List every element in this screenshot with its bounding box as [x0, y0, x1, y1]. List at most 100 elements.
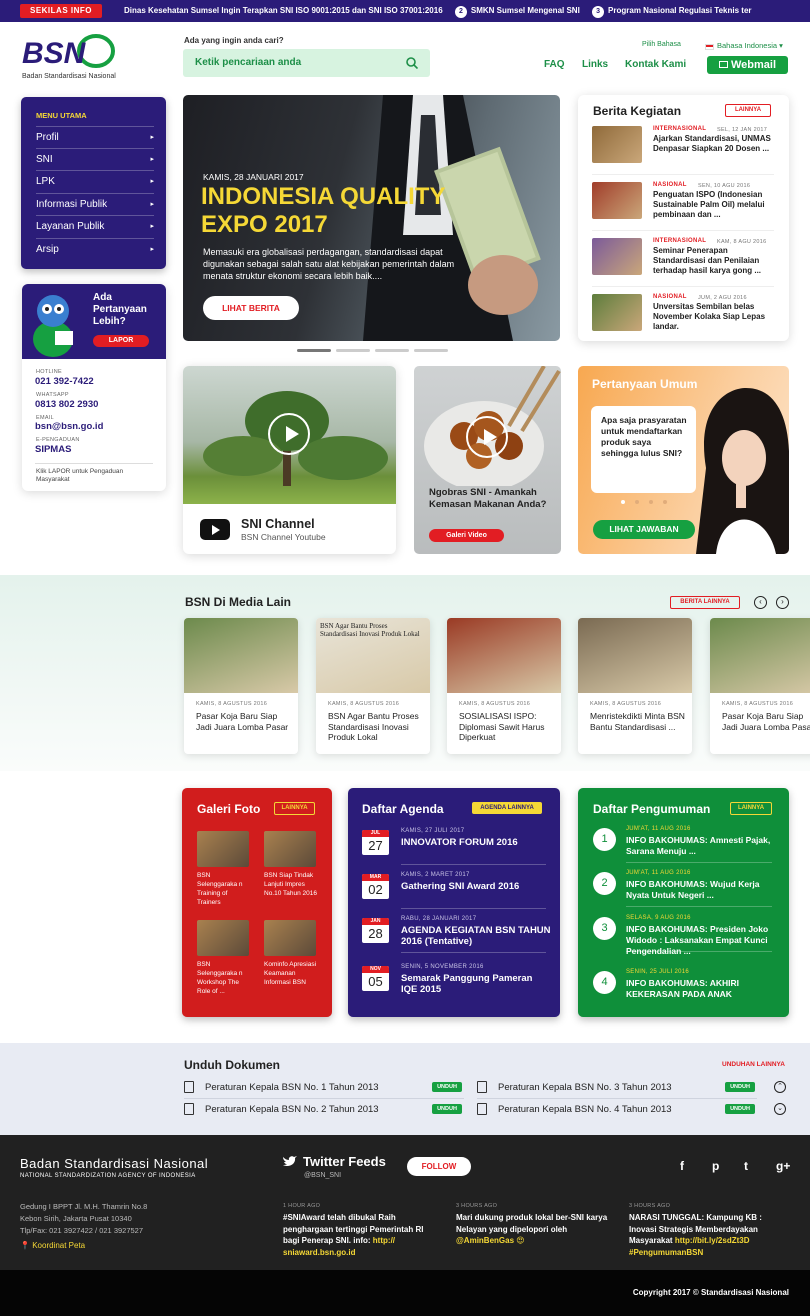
logo[interactable]: BSN — [22, 34, 117, 70]
media-card[interactable]: KAMIS, 8 AGUSTUS 2016 Menristekdikti Min… — [578, 618, 692, 754]
language-select[interactable]: Bahasa Indonesia ▾ — [717, 41, 783, 50]
news-thumbnail[interactable] — [592, 238, 642, 275]
news-title[interactable]: Penguatan ISPO (Indonesian Sustainable P… — [653, 190, 775, 220]
menu-item-layanan-publik[interactable]: Layanan Publik ▸ — [36, 215, 154, 237]
galeri-video-button[interactable]: Galeri Video — [429, 529, 504, 542]
search-input[interactable]: Ketik pencariaan anda — [183, 49, 430, 77]
menu-item-profil[interactable]: Profil ▸ — [36, 126, 154, 148]
nav-links[interactable]: Links — [582, 59, 608, 70]
sipmas-value[interactable]: SIPMAS — [35, 444, 71, 455]
webmail-button[interactable]: Webmail — [707, 56, 788, 74]
berita-more-button[interactable]: LAINNYA — [725, 104, 771, 117]
slider-dot[interactable] — [414, 349, 448, 352]
gallery-caption[interactable]: Kominfo Apresiasi Keamanan Informasi BSN — [264, 960, 318, 987]
gallery-photo[interactable] — [264, 831, 316, 867]
scroll-up-icon[interactable]: ⌃ — [774, 1081, 786, 1093]
agenda-title[interactable]: AGENDA KEGIATAN BSN TAHUN 2016 (Tentativ… — [401, 925, 551, 947]
menu-item-informasi-publik[interactable]: Informasi Publik ▸ — [36, 193, 154, 215]
news-thumbnail[interactable] — [592, 182, 642, 219]
facebook-icon[interactable]: f — [680, 1159, 684, 1173]
tweet-text[interactable]: Mari dukung produk lokal ber-SNI karya N… — [456, 1212, 611, 1247]
map-link[interactable]: 📍 Koordinat Peta — [20, 1241, 85, 1250]
tweet-text[interactable]: NARASI TUNGGAL: Kampung KB : Inovasi Str… — [629, 1212, 784, 1258]
document-title[interactable]: Peraturan Kepala BSN No. 2 Tahun 2013 — [205, 1104, 379, 1115]
hotline-value[interactable]: 021 392-7422 — [35, 376, 94, 387]
lihat-jawaban-button[interactable]: LIHAT JAWABAN — [593, 520, 695, 539]
gallery-caption[interactable]: BSN Selenggaraka n Workshop The Role of … — [197, 960, 251, 996]
lihat-berita-button[interactable]: LIHAT BERITA — [203, 296, 299, 320]
faq-dot[interactable] — [663, 500, 667, 504]
news-title[interactable]: Unversitas Sembilan belas November Kolak… — [653, 302, 775, 332]
google-plus-icon[interactable]: g+ — [776, 1159, 790, 1173]
faq-dot[interactable] — [621, 500, 625, 504]
galeri-more-button[interactable]: LAINNYA — [274, 802, 315, 815]
slider-dot-active[interactable] — [297, 349, 331, 352]
ticker-item[interactable]: Dinas Kesehatan Sumsel Ingin Terapkan SN… — [124, 6, 443, 15]
faq-dot[interactable] — [635, 500, 639, 504]
search-icon[interactable] — [406, 57, 418, 69]
media-more-button[interactable]: BERITA LAINNYA — [670, 596, 740, 609]
news-thumbnail[interactable] — [592, 126, 642, 163]
play-icon[interactable] — [466, 416, 508, 458]
hero-title[interactable]: INDONESIA QUALITY EXPO 2017 — [201, 183, 481, 239]
media-card[interactable]: KAMIS, 8 AGUSTUS 2016 SOSIALISASI ISPO: … — [447, 618, 561, 754]
news-thumbnail[interactable] — [592, 294, 642, 331]
next-arrow-icon[interactable]: › — [776, 596, 789, 609]
slider-dot[interactable] — [336, 349, 370, 352]
menu-item-lpk[interactable]: LPK ▸ — [36, 170, 154, 192]
divider — [592, 230, 774, 231]
document-title[interactable]: Peraturan Kepala BSN No. 3 Tahun 2013 — [498, 1082, 672, 1093]
lapor-button[interactable]: LAPOR — [93, 335, 149, 347]
sni-channel-card[interactable]: SNI Channel BSN Channel Youtube — [183, 366, 396, 554]
media-card[interactable]: KAMIS, 8 AGUSTUS 2016 Pasar Koja Baru Si… — [710, 618, 810, 754]
unduh-button[interactable]: UNDUH — [432, 1104, 462, 1114]
unduh-button[interactable]: UNDUH — [432, 1082, 462, 1092]
hero-slider[interactable]: KAMIS, 28 JANUARI 2017 INDONESIA QUALITY… — [183, 95, 560, 341]
gallery-photo[interactable] — [197, 920, 249, 956]
twitter-social-icon[interactable]: t — [744, 1159, 748, 1173]
chevron-right-icon: ▸ — [150, 178, 154, 185]
document-title[interactable]: Peraturan Kepala BSN No. 1 Tahun 2013 — [205, 1082, 379, 1093]
news-title[interactable]: Seminar Penerapan Standardisasi dan Peni… — [653, 246, 775, 276]
gallery-caption[interactable]: BSN Selenggaraka n Training of Trainers — [197, 871, 251, 907]
scroll-down-icon[interactable]: ⌄ — [774, 1103, 786, 1115]
document-title[interactable]: Peraturan Kepala BSN No. 4 Tahun 2013 — [498, 1104, 672, 1115]
announcement-title[interactable]: INFO BAKOHUMAS: Wujud Kerja Nyata Untuk … — [626, 879, 776, 901]
ticker-item[interactable]: SMKN Sumsel Mengenal SNI — [471, 6, 580, 15]
ticker-item[interactable]: Program Nasional Regulasi Teknis ter — [608, 6, 751, 15]
whatsapp-value[interactable]: 0813 802 2930 — [35, 399, 98, 410]
menu-item-arsip[interactable]: Arsip ▸ — [36, 238, 154, 260]
media-card[interactable]: KAMIS, 8 AGUSTUS 2016 Pasar Koja Baru Si… — [184, 618, 298, 754]
unduh-more-link[interactable]: UNDUHAN LAINNYA — [722, 1061, 785, 1068]
announcement-title[interactable]: INFO BAKOHUMAS: Presiden Joko Widodo : L… — [626, 924, 776, 957]
twitter-handle[interactable]: @BSN_SNI — [304, 1172, 341, 1179]
divider — [184, 1098, 464, 1099]
unduh-button[interactable]: UNDUH — [725, 1104, 755, 1114]
nav-faq[interactable]: FAQ — [544, 59, 565, 70]
announcement-title[interactable]: INFO BAKOHUMAS: Amnesti Pajak, Sarana Me… — [626, 835, 776, 857]
announcement-title[interactable]: INFO BAKOHUMAS: AKHIRI KEKERASAN PADA AN… — [626, 978, 776, 1000]
gallery-caption[interactable]: BSN Siap Tindak Lanjuti Impres No.10 Tah… — [264, 871, 318, 898]
tweet-text[interactable]: #SNIAward telah dibukal Raih penghargaan… — [283, 1212, 438, 1258]
media-card[interactable]: BSN Agar Bantu Proses Standardisasi Inov… — [316, 618, 430, 754]
unduh-button[interactable]: UNDUH — [725, 1082, 755, 1092]
agenda-title[interactable]: Semarak Panggung Pameran IQE 2015 — [401, 973, 551, 995]
follow-button[interactable]: FOLLOW — [407, 1157, 471, 1176]
video-card[interactable]: Ngobras SNI - Amankah Kemasan Makanan An… — [414, 366, 561, 554]
agenda-more-button[interactable]: AGENDA LAINNYA — [472, 802, 542, 814]
email-value[interactable]: bsn@bsn.go.id — [35, 421, 103, 432]
agenda-title[interactable]: Gathering SNI Award 2016 — [401, 881, 551, 892]
gallery-photo[interactable] — [197, 831, 249, 867]
pinterest-icon[interactable]: p — [712, 1159, 719, 1173]
faq-dot[interactable] — [649, 500, 653, 504]
ticker-items[interactable]: Dinas Kesehatan Sumsel Ingin Terapkan SN… — [124, 0, 752, 22]
pengumuman-more-button[interactable]: LAINNYA — [730, 802, 772, 815]
gallery-photo[interactable] — [264, 920, 316, 956]
prev-arrow-icon[interactable]: ‹ — [754, 596, 767, 609]
nav-kontak[interactable]: Kontak Kami — [625, 59, 686, 70]
slider-dot[interactable] — [375, 349, 409, 352]
play-icon[interactable] — [268, 413, 310, 455]
menu-item-sni[interactable]: SNI ▸ — [36, 148, 154, 170]
agenda-title[interactable]: INNOVATOR FORUM 2016 — [401, 837, 551, 848]
news-title[interactable]: Ajarkan Standardisasi, UNMAS Denpasar Si… — [653, 134, 775, 154]
